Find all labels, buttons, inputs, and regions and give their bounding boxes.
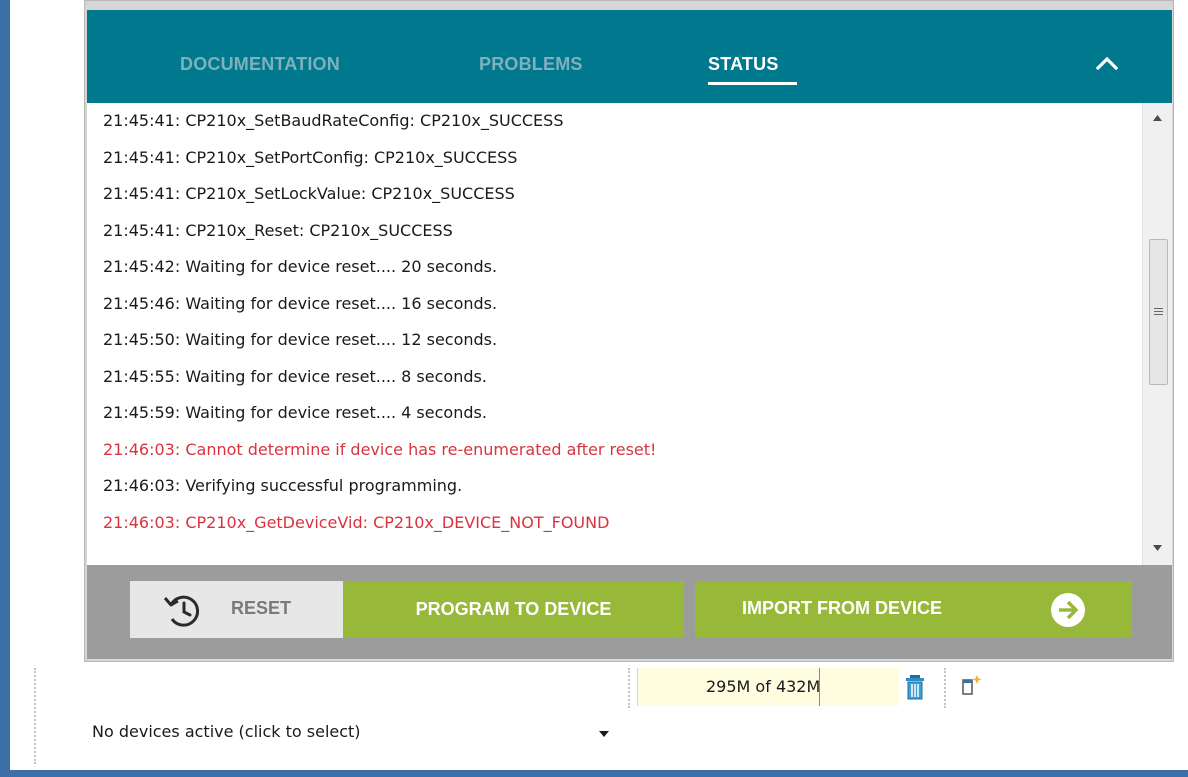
window-border-left — [0, 0, 10, 777]
log-line: 21:45:59: Waiting for device reset.... 4… — [103, 403, 487, 422]
tab-status[interactable]: STATUS — [708, 54, 779, 75]
panel-tab-bar: DOCUMENTATION PROBLEMS STATUS — [87, 10, 1172, 103]
log-line: 21:46:03: Verifying successful programmi… — [103, 476, 463, 495]
toolbar-grip — [34, 668, 38, 764]
reset-button-label: RESET — [231, 598, 292, 618]
log-line-error: 21:46:03: CP210x_GetDeviceVid: CP210x_DE… — [103, 512, 610, 532]
action-bar: RESET PROGRAM TO DEVICE IMPORT FROM DEVI… — [87, 565, 1172, 659]
grip-lines-icon — [1154, 308, 1163, 315]
tab-problems[interactable]: PROBLEMS — [479, 54, 583, 75]
device-status-selector[interactable]: No devices active (click to select) — [92, 722, 361, 741]
arrow-up-icon — [1153, 115, 1162, 121]
new-window-icon[interactable] — [961, 674, 983, 698]
reset-icon — [163, 595, 200, 627]
import-button-label: IMPORT FROM DEVICE — [742, 598, 943, 618]
arrow-down-icon — [1153, 545, 1162, 551]
program-button-label: PROGRAM TO DEVICE — [415, 599, 612, 619]
log-scrollbar[interactable] — [1142, 103, 1172, 565]
scroll-up-button[interactable] — [1143, 109, 1172, 127]
arrow-right-circle-icon — [1051, 593, 1085, 627]
log-line-error: 21:46:03: Cannot determine if device has… — [103, 439, 657, 459]
run-garbage-collector-button[interactable] — [900, 671, 930, 703]
active-tab-indicator — [708, 82, 797, 85]
reset-button[interactable]: RESET — [130, 581, 343, 638]
log-line: 21:45:41: CP210x_SetPortConfig: CP210x_S… — [103, 147, 518, 167]
log-line: 21:45:41: CP210x_SetBaudRateConfig: CP21… — [103, 111, 564, 130]
log-line: 21:45:42: Waiting for device reset.... 2… — [103, 257, 498, 276]
tab-documentation[interactable]: DOCUMENTATION — [180, 54, 340, 75]
trash-icon — [906, 675, 924, 700]
heap-usage-marker — [819, 668, 820, 706]
chevron-up-icon — [1096, 56, 1118, 70]
collapse-panel-button[interactable] — [1087, 46, 1127, 80]
toolbar-grip — [944, 668, 948, 708]
toolbar-grip — [628, 668, 632, 708]
status-log: 21:45:41: CP210x_SetBaudRateConfig: CP21… — [87, 103, 1172, 565]
heap-status: 295M of 432M — [637, 668, 899, 706]
log-line: 21:45:46: Waiting for device reset.... 1… — [103, 293, 498, 313]
scroll-down-button[interactable] — [1143, 539, 1172, 557]
log-line: 21:45:41: CP210x_SetLockValue: CP210x_SU… — [103, 184, 515, 203]
dropdown-arrow-icon[interactable] — [598, 730, 610, 738]
program-to-device-button[interactable]: PROGRAM TO DEVICE — [343, 581, 684, 638]
log-line: 21:45:41: CP210x_Reset: CP210x_SUCCESS — [103, 220, 453, 240]
scroll-thumb[interactable] — [1149, 239, 1168, 385]
log-line: 21:45:50: Waiting for device reset.... 1… — [103, 330, 498, 349]
heap-status-text: 295M of 432M — [706, 677, 821, 696]
window-border-bottom — [0, 770, 1188, 777]
log-line: 21:45:55: Waiting for device reset.... 8… — [103, 366, 487, 386]
import-from-device-button[interactable]: IMPORT FROM DEVICE — [695, 581, 1132, 638]
